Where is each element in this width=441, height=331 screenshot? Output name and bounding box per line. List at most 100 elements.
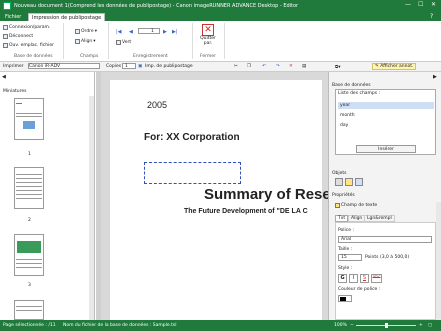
last-record-icon[interactable]: ▶| <box>172 29 178 35</box>
vert-label: Vert <box>122 40 132 45</box>
expand-icon[interactable]: ▶ <box>433 74 437 80</box>
undo-icon[interactable]: ↶ <box>262 64 266 69</box>
field-item-day[interactable]: day <box>338 122 434 129</box>
insert-button[interactable]: Insérer <box>356 145 416 153</box>
printer-select[interactable]: Canon iR-ADV <box>28 63 100 69</box>
thumb-line <box>16 267 42 268</box>
arrange-icon[interactable]: ⧉▾ <box>335 64 340 70</box>
copy-icon[interactable]: ❐ <box>247 64 251 69</box>
ribbon: Connexion/param. Déconnect Ouv. emplac. … <box>0 21 441 62</box>
maximize-button[interactable]: ☐ <box>418 1 423 8</box>
thumb-line <box>16 174 42 175</box>
field-item-year[interactable]: year <box>338 102 434 109</box>
show-annotations-button[interactable]: ✎ Afficher annot. <box>372 63 417 70</box>
zoom-level: 100% <box>334 323 347 328</box>
field-item-month[interactable]: month <box>338 112 434 119</box>
align-button[interactable]: Align ▾ <box>75 39 96 44</box>
properties-label: Propriétés <box>332 193 355 198</box>
copies-input[interactable]: 1 <box>122 63 136 69</box>
object-button-text[interactable] <box>345 178 353 186</box>
field-item-label: year <box>340 103 351 108</box>
zoom-slider-thumb[interactable] <box>385 323 388 328</box>
object-button-image[interactable] <box>355 178 363 186</box>
text-field-label: Champ de texte <box>341 203 378 208</box>
props-body: Police : Arial Taille : 15 Points (3,0 à… <box>335 222 436 320</box>
prop-tab-line[interactable]: Lgn&rempl <box>364 215 395 222</box>
align-icon <box>75 39 80 44</box>
connect-button[interactable]: Connexion/param. <box>3 25 50 30</box>
year-text[interactable]: 2005 <box>147 100 167 110</box>
font-color-picker[interactable] <box>338 295 352 302</box>
strikethrough-button[interactable]: abc <box>371 274 382 283</box>
close-window-button[interactable]: ✕ <box>431 1 436 8</box>
bold-button[interactable]: G <box>338 274 347 283</box>
prop-tab-align[interactable]: Align <box>348 215 366 222</box>
quit-label-2: par. <box>203 41 213 46</box>
properties-scrollbar[interactable] <box>436 202 441 320</box>
order-icon <box>75 29 80 34</box>
object-button-field[interactable] <box>335 178 343 186</box>
font-select[interactable]: Arial <box>338 236 432 243</box>
next-record-icon[interactable]: ▶ <box>163 29 167 35</box>
thumbnail-page-2[interactable] <box>14 167 44 209</box>
collapse-icon[interactable]: ◀ <box>2 74 6 80</box>
thumbnail-page-3[interactable] <box>14 234 44 276</box>
close-group-label: Fermer <box>200 54 216 59</box>
print-icon[interactable]: ▣ <box>138 64 142 69</box>
cut-icon[interactable]: ✂ <box>234 64 238 69</box>
tab-file[interactable]: Fichier <box>2 13 24 21</box>
pencil-icon: ✎ <box>375 64 379 69</box>
for-text[interactable]: For: XX Corporation <box>144 132 240 143</box>
redo-icon[interactable]: ↷ <box>276 64 280 69</box>
imp-publipostage-button[interactable]: Imp. de publipostage <box>145 64 193 69</box>
zoom-in-icon[interactable]: + <box>419 323 423 328</box>
prop-tab-txt[interactable]: Txt <box>335 215 349 222</box>
thumb-line <box>16 306 42 307</box>
show-annotations-label: Afficher annot. <box>380 64 414 69</box>
thumb-line <box>16 113 42 114</box>
italic-button[interactable]: I <box>349 274 358 283</box>
summary-heading[interactable]: Summary of Rese <box>204 186 331 203</box>
order-label: Ordre <box>81 29 94 34</box>
field-item-label: day <box>340 123 349 128</box>
thumb-line <box>16 310 42 311</box>
tab-mail-merge[interactable]: Impression de publipostage <box>28 13 106 21</box>
text-field-placeholder[interactable] <box>144 162 241 184</box>
prev-record-icon[interactable]: ◀ <box>129 29 133 35</box>
first-record-icon[interactable]: |◀ <box>116 29 122 35</box>
text-field-type: Champ de texte <box>335 203 377 208</box>
order-button[interactable]: Ordre ▾ <box>75 29 97 34</box>
document-page[interactable]: 2005 For: XX Corporation Summary of Rese… <box>110 80 331 320</box>
record-input[interactable]: 1 <box>138 28 160 34</box>
app-icon <box>3 2 11 10</box>
thumbnails-title: Miniatures <box>3 89 27 94</box>
minimize-button[interactable]: — <box>405 1 411 8</box>
subtitle-text[interactable]: The Future Development of "DE LA C <box>184 208 308 215</box>
open-location-label: Ouv. emplac. fichier <box>9 43 54 48</box>
thumbnail-page-4[interactable] <box>14 300 44 320</box>
align-label: Align <box>81 39 93 44</box>
thumbnails-scrollbar[interactable] <box>89 96 94 320</box>
print-label: Imprimer <box>3 64 24 69</box>
underline-button[interactable]: S <box>360 274 369 283</box>
zoom-out-icon[interactable]: − <box>350 323 354 328</box>
view-icon[interactable]: ▤ <box>302 64 306 69</box>
size-input[interactable]: 15 <box>338 254 362 261</box>
canvas-scrollbar-left[interactable] <box>96 72 101 320</box>
thumb-line <box>16 259 42 260</box>
thumb-image <box>23 121 35 129</box>
delete-icon[interactable]: ✕ <box>289 64 293 69</box>
fit-page-icon[interactable]: ▢ <box>428 323 432 328</box>
title-bar: Nouveau document 1(Comprend les données … <box>0 0 441 12</box>
separator <box>63 23 64 59</box>
properties-panel: ▶ Base de données Liste des champs : yea… <box>328 72 441 320</box>
quit-button[interactable]: ✕ Quitter par. <box>196 24 220 52</box>
vert-button[interactable]: Vert <box>116 40 131 45</box>
disconnect-button[interactable]: Déconnect <box>3 34 33 39</box>
open-location-button[interactable]: Ouv. emplac. fichier <box>3 43 54 48</box>
thumbnail-page-1[interactable] <box>14 98 44 140</box>
document-canvas: 2005 For: XX Corporation Summary of Rese… <box>96 72 331 320</box>
help-icon[interactable]: ? <box>430 13 433 20</box>
thumb-line <box>16 116 42 117</box>
style-label: Style : <box>338 266 353 271</box>
